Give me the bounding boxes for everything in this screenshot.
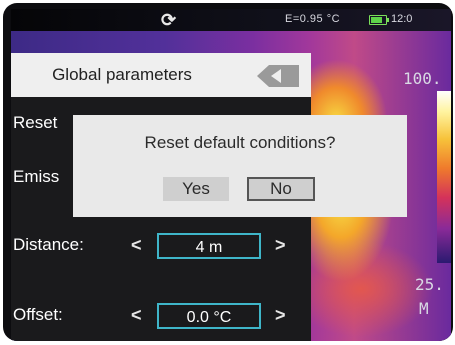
no-button[interactable]: No (247, 177, 315, 201)
distance-label: Distance: (13, 235, 84, 254)
device-screen: ⟳ E=0.95 °C 12:0 100. 25. M Global param… (11, 9, 451, 341)
clock: 12:0 (391, 13, 413, 25)
distance-value[interactable]: 4 m (157, 233, 261, 259)
emissivity-status: E=0.95 °C (285, 13, 341, 25)
refresh-icon[interactable]: ⟳ (161, 10, 176, 30)
temperature-color-bar (437, 91, 451, 263)
page-title: Global parameters (52, 65, 192, 84)
menu-header: Global parameters (11, 53, 311, 97)
back-arrow-icon[interactable] (257, 65, 299, 87)
thermal-camera-device: ⟳ E=0.95 °C 12:0 100. 25. M Global param… (3, 3, 453, 341)
offset-value[interactable]: 0.0 °C (157, 303, 261, 329)
scale-min-value: 25. (415, 275, 444, 294)
scale-max-value: 100. (403, 69, 442, 88)
emissivity-label[interactable]: Emiss (13, 167, 59, 187)
reset-confirm-dialog: Reset default conditions? Yes No (73, 115, 407, 217)
yes-button[interactable]: Yes (163, 177, 229, 201)
reset-label[interactable]: Reset (13, 113, 57, 133)
offset-increase-button[interactable]: > (275, 305, 286, 326)
distance-increase-button[interactable]: > (275, 235, 286, 256)
status-bar: ⟳ E=0.95 °C 12:0 (11, 9, 451, 31)
offset-label: Offset: (13, 305, 63, 324)
dialog-message: Reset default conditions? (144, 133, 336, 152)
scale-mode-label: M (419, 299, 429, 318)
distance-decrease-button[interactable]: < (131, 235, 142, 256)
battery-icon (369, 15, 389, 25)
offset-decrease-button[interactable]: < (131, 305, 142, 326)
